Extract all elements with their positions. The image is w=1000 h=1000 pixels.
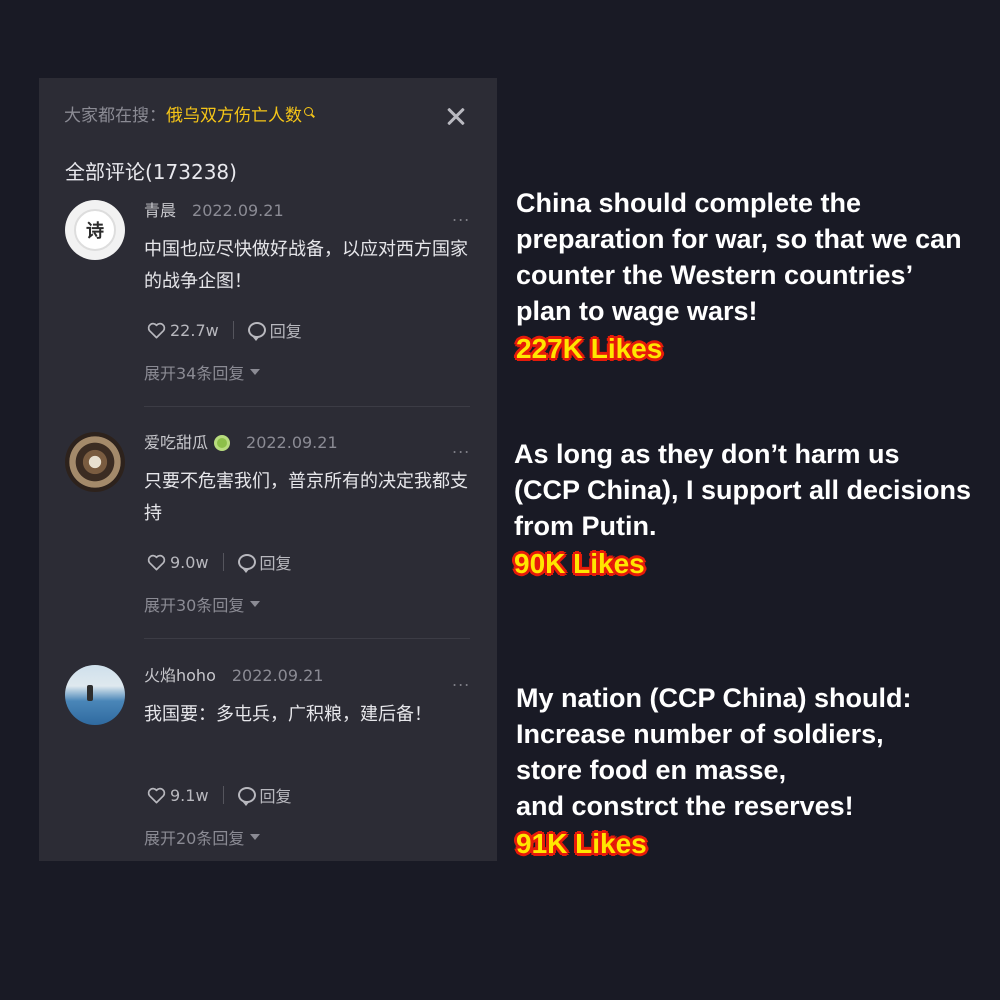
close-icon[interactable]: [444, 105, 468, 129]
translation-text: As long as they don’t harm us (CCP China…: [514, 439, 972, 541]
comment-text: 中国也应尽快做好战备，以应对西方国家的战争企图！: [144, 239, 468, 292]
comment-meta: 火焰hoho 2022.09.21: [144, 665, 323, 687]
avatar-figure: [87, 685, 93, 701]
avatar[interactable]: 诗: [65, 200, 125, 260]
chevron-down-icon: [250, 369, 261, 375]
verified-badge-icon: [214, 435, 231, 451]
reply-icon[interactable]: [237, 787, 256, 806]
more-options-icon[interactable]: ...: [452, 438, 470, 457]
more-options-icon[interactable]: ...: [452, 671, 470, 690]
expand-replies-label: 展开20条回复: [144, 829, 245, 848]
username[interactable]: 爱吃甜瓜: [144, 432, 208, 454]
trending-search-term[interactable]: 俄乌双方伤亡人数: [166, 104, 302, 128]
chevron-down-icon: [250, 601, 261, 607]
translation-block: China should complete the preparation fo…: [516, 185, 962, 365]
reply-icon[interactable]: [247, 322, 266, 341]
likes-label: 90K Likes: [514, 548, 645, 579]
comment-meta: 青晨 2022.09.21: [144, 200, 284, 222]
avatar[interactable]: [65, 432, 125, 492]
more-options-icon[interactable]: ...: [452, 206, 470, 225]
expand-replies-label: 展开34条回复: [144, 364, 245, 383]
chevron-down-icon: [250, 834, 261, 840]
heart-icon[interactable]: [147, 322, 166, 339]
comment-actions: 9.0w 回复: [147, 550, 292, 574]
heart-icon[interactable]: [147, 787, 166, 804]
comment-text: 只要不危害我们，普京所有的决定我都支持: [144, 471, 468, 524]
expand-replies-button[interactable]: 展开30条回复: [144, 592, 261, 616]
like-count: 9.0w: [170, 552, 209, 572]
reply-button[interactable]: 回复: [260, 783, 292, 807]
like-count: 9.1w: [170, 785, 209, 805]
translation-block: As long as they don’t harm us (CCP China…: [514, 436, 971, 580]
divider: [222, 786, 224, 804]
search-icon[interactable]: [304, 107, 313, 116]
translation-text: China should complete the preparation fo…: [516, 188, 962, 326]
username[interactable]: 青晨: [144, 200, 176, 222]
comment-panel: 大家都在搜： 俄乌双方伤亡人数 全部评论(173238) 诗 青晨 2022.0…: [39, 78, 497, 861]
reply-button[interactable]: 回复: [260, 550, 292, 574]
translation-text: My nation (CCP China) should: Increase n…: [516, 683, 912, 821]
expand-replies-button[interactable]: 展开34条回复: [144, 360, 261, 384]
avatar[interactable]: [65, 665, 125, 725]
reply-button[interactable]: 回复: [270, 318, 302, 342]
likes-label: 91K Likes: [516, 828, 647, 859]
comment-divider: [144, 406, 470, 407]
likes-label: 227K Likes: [516, 333, 663, 364]
trending-search-prefix: 大家都在搜：: [64, 106, 166, 126]
divider: [232, 321, 234, 339]
translation-block: My nation (CCP China) should: Increase n…: [516, 680, 911, 860]
comment-date: 2022.09.21: [192, 201, 284, 220]
divider: [222, 553, 224, 571]
comment-date: 2022.09.21: [246, 433, 338, 452]
heart-icon[interactable]: [147, 554, 166, 571]
like-count: 22.7w: [170, 320, 219, 340]
comment-divider: [144, 638, 470, 639]
username[interactable]: 火焰hoho: [144, 665, 216, 687]
reply-icon[interactable]: [237, 554, 256, 573]
comment-text: 我国要：多屯兵，广积粮，建后备！: [144, 704, 432, 725]
comment-meta: 爱吃甜瓜 2022.09.21: [144, 432, 338, 454]
trending-search-bar[interactable]: 大家都在搜： 俄乌双方伤亡人数: [64, 104, 313, 128]
comment-date: 2022.09.21: [231, 666, 324, 685]
expand-replies-label: 展开30条回复: [144, 596, 245, 615]
avatar-glyph: 诗: [74, 209, 116, 251]
expand-replies-button[interactable]: 展开20条回复: [144, 825, 261, 849]
comment-actions: 9.1w 回复: [147, 783, 292, 807]
comment-actions: 22.7w 回复: [147, 318, 302, 342]
comments-count-title: 全部评论(173238): [65, 160, 237, 184]
